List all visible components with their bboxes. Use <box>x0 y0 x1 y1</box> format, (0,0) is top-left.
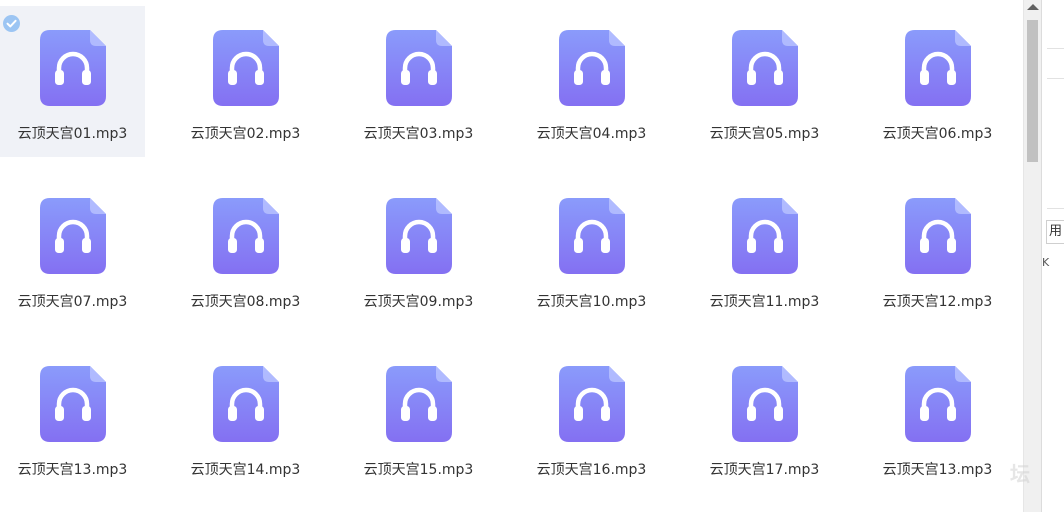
audio-file-icon <box>212 30 279 106</box>
audio-file-icon <box>385 30 452 106</box>
divider <box>1047 48 1064 49</box>
audio-file-icon <box>39 30 106 106</box>
file-name: 云顶天宫15.mp3 <box>363 462 474 478</box>
background-window: 用 K <box>1041 0 1064 512</box>
file-name: 云顶天宫01.mp3 <box>17 126 128 142</box>
divider <box>1047 78 1064 79</box>
file-name: 云顶天宫03.mp3 <box>363 126 474 142</box>
file-item[interactable]: 云顶天宫02.mp3 <box>173 6 318 157</box>
file-item[interactable]: 云顶天宫07.mp3 <box>0 174 145 325</box>
file-name: 云顶天宫14.mp3 <box>190 462 301 478</box>
file-name: 云顶天宫11.mp3 <box>709 294 820 310</box>
audio-file-icon <box>39 366 106 442</box>
audio-file-icon <box>904 30 971 106</box>
file-name: 云顶天宫08.mp3 <box>190 294 301 310</box>
audio-file-icon <box>212 198 279 274</box>
divider <box>1047 208 1064 209</box>
audio-file-icon <box>212 366 279 442</box>
background-text: K <box>1042 256 1050 269</box>
file-item[interactable]: 云顶天宫08.mp3 <box>173 174 318 325</box>
file-item[interactable]: 云顶天宫10.mp3 <box>519 174 664 325</box>
file-name: 云顶天宫05.mp3 <box>709 126 820 142</box>
file-name: 云顶天宫02.mp3 <box>190 126 301 142</box>
background-button[interactable]: 用 <box>1046 220 1064 244</box>
scrollbar-thumb[interactable] <box>1027 20 1038 162</box>
file-name: 云顶天宫04.mp3 <box>536 126 647 142</box>
file-name: 云顶天宫16.mp3 <box>536 462 647 478</box>
file-item[interactable]: 云顶天宫05.mp3 <box>692 6 837 157</box>
vertical-scrollbar[interactable] <box>1023 0 1041 512</box>
file-item[interactable]: 云顶天宫09.mp3 <box>346 174 491 325</box>
file-item[interactable]: 云顶天宫15.mp3 <box>346 342 491 493</box>
file-name: 云顶天宫13.mp3 <box>882 462 993 478</box>
file-name: 云顶天宫12.mp3 <box>882 294 993 310</box>
file-item[interactable]: 云顶天宫17.mp3 <box>692 342 837 493</box>
file-grid: 云顶天宫01.mp3 云顶天宫02.mp3 云顶天宫03.mp3 云顶天宫04.… <box>0 6 1023 510</box>
audio-file-icon <box>385 366 452 442</box>
file-item[interactable]: 云顶天宫06.mp3 <box>865 6 1010 157</box>
check-circle-icon[interactable] <box>3 15 20 32</box>
file-browser-view: 云顶天宫01.mp3 云顶天宫02.mp3 云顶天宫03.mp3 云顶天宫04.… <box>0 0 1023 512</box>
file-name: 云顶天宫17.mp3 <box>709 462 820 478</box>
file-item[interactable]: 云顶天宫11.mp3 <box>692 174 837 325</box>
file-item[interactable]: 云顶天宫13.mp3 <box>0 342 145 493</box>
file-item[interactable]: 云顶天宫16.mp3 <box>519 342 664 493</box>
file-name: 云顶天宫06.mp3 <box>882 126 993 142</box>
audio-file-icon <box>731 198 798 274</box>
file-item[interactable]: 云顶天宫04.mp3 <box>519 6 664 157</box>
audio-file-icon <box>904 198 971 274</box>
audio-file-icon <box>731 366 798 442</box>
file-name: 云顶天宫13.mp3 <box>17 462 128 478</box>
audio-file-icon <box>385 198 452 274</box>
file-item[interactable]: 云顶天宫01.mp3 <box>0 6 145 157</box>
watermark: 坛 <box>1010 462 1030 486</box>
file-item[interactable]: 云顶天宫12.mp3 <box>865 174 1010 325</box>
audio-file-icon <box>904 366 971 442</box>
audio-file-icon <box>558 30 625 106</box>
file-name: 云顶天宫07.mp3 <box>17 294 128 310</box>
audio-file-icon <box>558 366 625 442</box>
file-item[interactable]: 云顶天宫13.mp3 <box>865 342 1010 493</box>
file-item[interactable]: 云顶天宫14.mp3 <box>173 342 318 493</box>
scroll-up-arrow-icon[interactable] <box>1027 4 1039 10</box>
audio-file-icon <box>558 198 625 274</box>
file-item[interactable]: 云顶天宫03.mp3 <box>346 6 491 157</box>
audio-file-icon <box>39 198 106 274</box>
file-name: 云顶天宫09.mp3 <box>363 294 474 310</box>
file-name: 云顶天宫10.mp3 <box>536 294 647 310</box>
audio-file-icon <box>731 30 798 106</box>
